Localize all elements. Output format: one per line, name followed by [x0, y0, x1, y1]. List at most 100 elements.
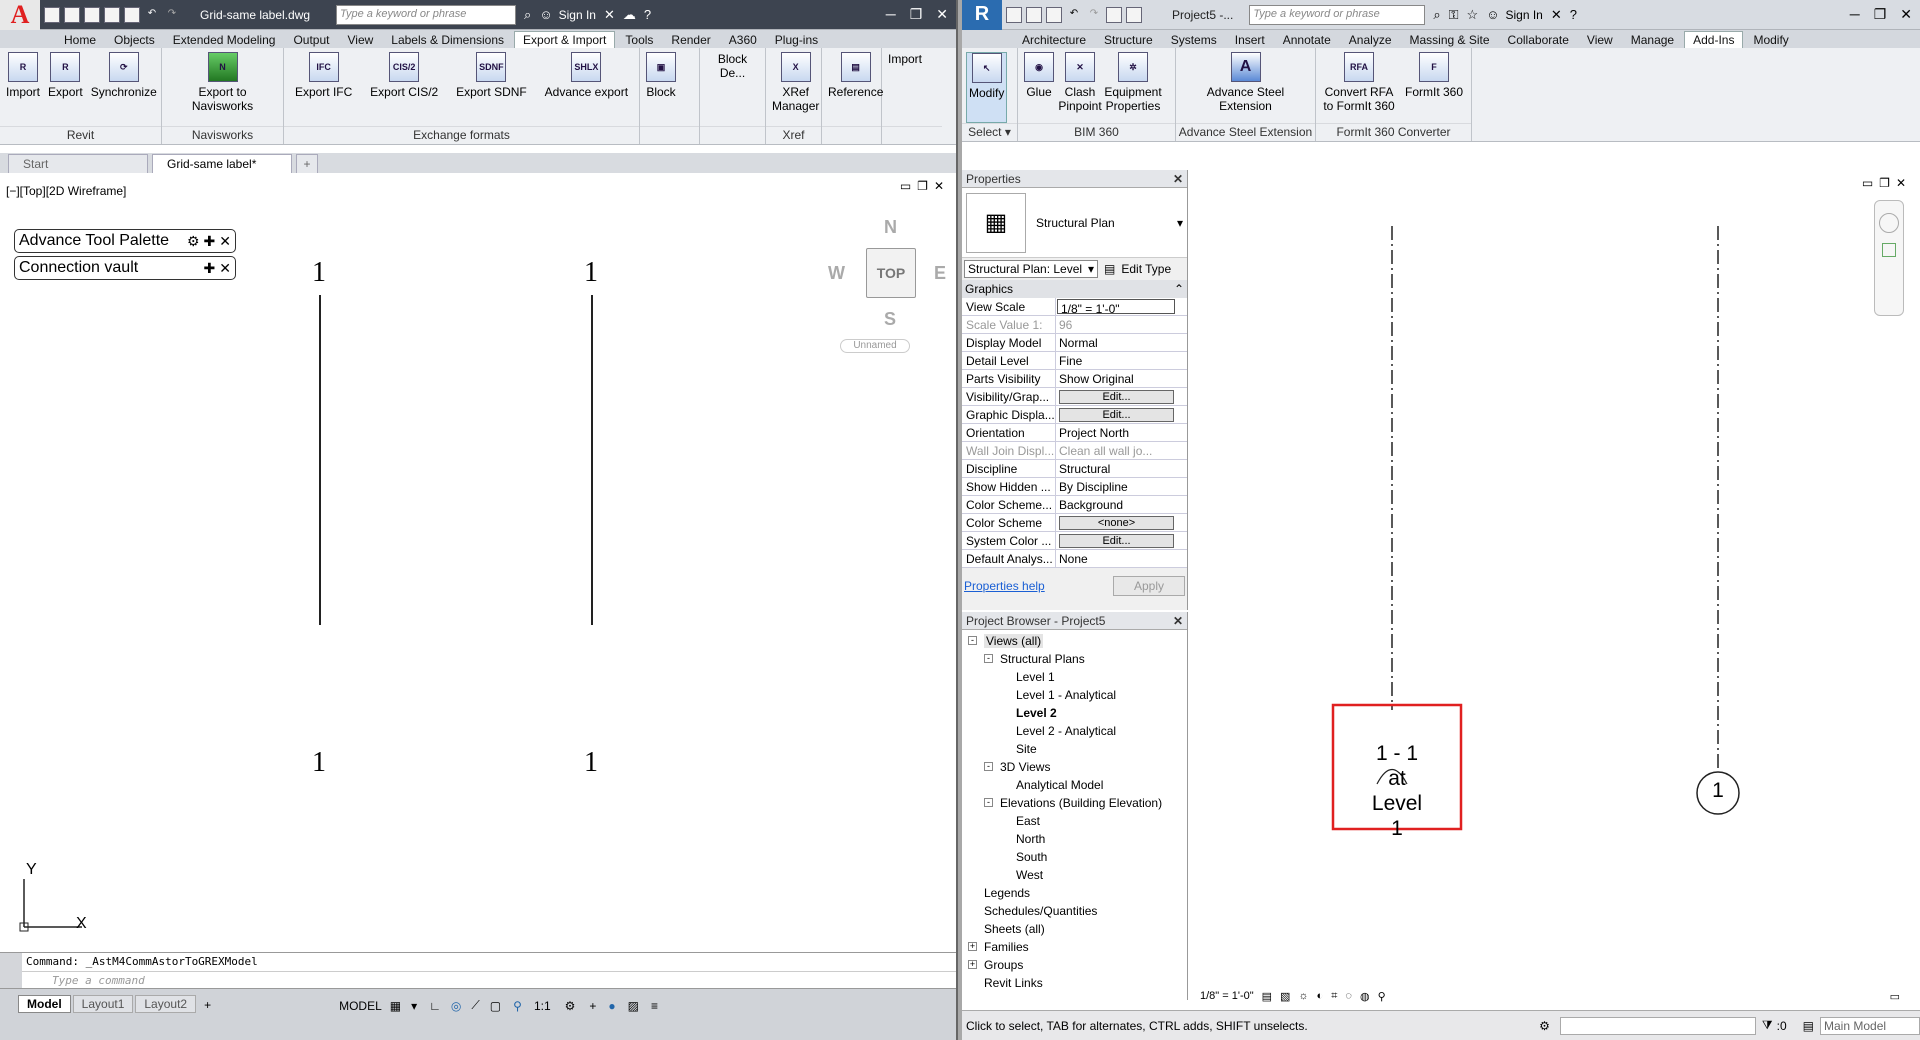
property-row[interactable]: System Color ... Edit... — [962, 532, 1187, 550]
property-value[interactable]: Structural — [1056, 460, 1187, 477]
user-icon[interactable]: ☺ — [1486, 7, 1499, 22]
property-value[interactable]: Edit... — [1056, 406, 1187, 423]
acad-tab-labels-dimensions[interactable]: Labels & Dimensions — [383, 32, 512, 48]
layout-tab-layout2[interactable]: Layout2 — [135, 995, 197, 1013]
browser-node[interactable]: South — [968, 848, 1187, 866]
block-definition-button[interactable]: Block De... — [704, 52, 761, 126]
property-row[interactable]: Color Scheme... Background — [962, 496, 1187, 514]
open-icon[interactable] — [64, 6, 80, 23]
open-icon[interactable] — [1006, 6, 1022, 23]
convert-rfa-button[interactable]: RFA Convert RFA to FormIt 360 — [1320, 52, 1398, 123]
properties-help-link[interactable]: Properties help — [964, 579, 1045, 593]
panel-title-select[interactable]: Select ▾ — [962, 123, 1017, 141]
grid-bubble-label[interactable]: 1 — [1712, 779, 1724, 803]
formit360-button[interactable]: F FormIt 360 — [1402, 52, 1466, 123]
property-row[interactable]: View Scale 1/8" = 1'-0" — [962, 298, 1187, 316]
minimize-icon[interactable]: ─ — [1850, 6, 1860, 23]
subscription-icon[interactable]: ⚿ — [1449, 7, 1459, 23]
plus-icon[interactable]: + — [589, 999, 596, 1013]
save-icon[interactable] — [84, 6, 100, 23]
model-space-toggle[interactable]: MODEL — [339, 999, 382, 1013]
property-value[interactable]: Normal — [1056, 334, 1187, 351]
favorites-icon[interactable]: ☆ — [1467, 7, 1479, 23]
property-value[interactable]: <none> — [1056, 514, 1187, 531]
a360-icon[interactable]: ☁ — [623, 7, 636, 23]
revit-tab-add-ins[interactable]: Add-Ins — [1684, 31, 1744, 48]
help-icon[interactable]: ? — [644, 7, 651, 22]
annotation-icon[interactable]: ⚲ — [513, 999, 522, 1013]
acad-tab-output[interactable]: Output — [285, 32, 337, 48]
collapse-icon[interactable]: ⌃ — [1174, 282, 1184, 296]
revit-tab-massing-site[interactable]: Massing & Site — [1402, 32, 1498, 48]
user-icon[interactable]: ☺ — [539, 7, 552, 22]
property-row[interactable]: Default Analys... None — [962, 550, 1187, 568]
isolate-icon[interactable]: ● — [608, 999, 615, 1013]
instance-filter-select[interactable]: Structural Plan: Level ▾ — [964, 260, 1098, 278]
export-ifc-button[interactable]: IFC Export IFC — [293, 52, 354, 126]
workspace-gear-icon[interactable]: ⚙ — [565, 999, 576, 1013]
grid-tag-label[interactable]: 1 - 1 at Level 1 — [1333, 741, 1461, 841]
revit-tab-modify[interactable]: Modify — [1745, 32, 1796, 48]
design-options-icon[interactable]: ▤ — [1803, 1019, 1814, 1033]
acad-tab-plug-ins[interactable]: Plug-ins — [767, 32, 826, 48]
export-cis2-button[interactable]: CIS/2 Export CIS/2 — [368, 52, 440, 126]
browser-node[interactable]: Legends — [968, 884, 1187, 902]
redo-icon[interactable]: ↷ — [1086, 7, 1102, 23]
property-value[interactable]: By Discipline — [1056, 478, 1187, 495]
graphics-group-header[interactable]: Graphics ⌃ — [962, 280, 1187, 298]
close-palette-icon[interactable]: ✕ — [219, 233, 231, 250]
viewport-restore-icon[interactable]: ❐ — [917, 179, 928, 193]
visual-style-icon[interactable]: ▧ — [1280, 990, 1290, 1003]
sun-path-icon[interactable]: ☼ — [1298, 990, 1308, 1002]
viewport-minimize-icon[interactable]: ▭ — [900, 179, 911, 193]
clash-pinpoint-button[interactable]: ✕ Clash Pinpoint — [1058, 52, 1102, 123]
grid-label-top-left[interactable]: 1 — [312, 257, 326, 289]
ortho-icon[interactable]: ∟ — [429, 999, 441, 1013]
viewcube-top-face[interactable]: TOP — [866, 248, 916, 298]
otrack-icon[interactable]: ▢ — [490, 999, 501, 1013]
restore-icon[interactable]: ❐ — [1874, 6, 1887, 23]
property-edit-button[interactable]: <none> — [1059, 516, 1174, 530]
graphics-icon[interactable]: ▨ — [628, 999, 639, 1013]
reveal-hidden-icon[interactable]: ◍ — [1360, 990, 1370, 1003]
type-selector[interactable]: ▦ Structural Plan ▾ — [962, 188, 1187, 258]
grid-display-icon[interactable]: ▦ — [390, 999, 401, 1013]
close-icon[interactable]: ✕ — [1900, 6, 1912, 23]
property-row[interactable]: Discipline Structural — [962, 460, 1187, 478]
print-icon[interactable] — [124, 6, 140, 23]
collapse-node-icon[interactable]: - — [968, 636, 977, 645]
horizontal-scrollbar[interactable]: ▭ — [1890, 990, 1900, 1003]
edit-type-button[interactable]: Edit Type — [1121, 262, 1171, 276]
revit-app-button[interactable]: R — [962, 0, 1002, 30]
osnap-icon[interactable]: ⟋ — [471, 998, 479, 1013]
close-icon[interactable]: ✕ — [936, 6, 948, 23]
property-row[interactable]: Orientation Project North — [962, 424, 1187, 442]
property-edit-button[interactable]: Edit... — [1059, 408, 1174, 422]
acad-tab-a360[interactable]: A360 — [721, 32, 765, 48]
type-dropdown-icon[interactable]: ▾ — [1177, 216, 1183, 230]
ucs-menu[interactable]: Unnamed — [840, 339, 910, 353]
acad-tab-home[interactable]: Home — [56, 32, 104, 48]
property-row[interactable]: Graphic Displa... Edit... — [962, 406, 1187, 424]
minimize-icon[interactable]: ─ — [886, 6, 896, 23]
add-layout-icon[interactable]: + — [198, 997, 217, 1013]
collapse-node-icon[interactable]: - — [984, 654, 993, 663]
polar-icon[interactable]: ◎ — [451, 999, 461, 1013]
revit-tab-analyze[interactable]: Analyze — [1341, 32, 1400, 48]
glue-button[interactable]: ◉ Glue — [1022, 52, 1056, 123]
worksharing-icon[interactable]: ⚙ — [1539, 1019, 1550, 1033]
browser-node[interactable]: - Structural Plans — [968, 650, 1187, 668]
acad-tab-export-import[interactable]: Export & Import — [514, 31, 616, 48]
binoculars-icon[interactable]: ⌕ — [524, 7, 531, 23]
crop-icon[interactable]: ⌗ — [1331, 990, 1337, 1003]
undo-icon[interactable]: ↶ — [1066, 7, 1082, 23]
undo-icon[interactable]: ↶ — [144, 7, 160, 23]
restore-icon[interactable]: ❐ — [910, 6, 923, 23]
workset-select[interactable] — [1559, 1016, 1756, 1035]
revit-search-input[interactable]: Type a keyword or phrase — [1249, 4, 1426, 25]
property-value[interactable]: Edit... — [1056, 388, 1187, 405]
snap-icon[interactable]: ▾ — [411, 999, 417, 1013]
collapse-node-icon[interactable]: - — [984, 762, 993, 771]
revit-tab-architecture[interactable]: Architecture — [1014, 32, 1094, 48]
revit-tab-view[interactable]: View — [1579, 32, 1621, 48]
